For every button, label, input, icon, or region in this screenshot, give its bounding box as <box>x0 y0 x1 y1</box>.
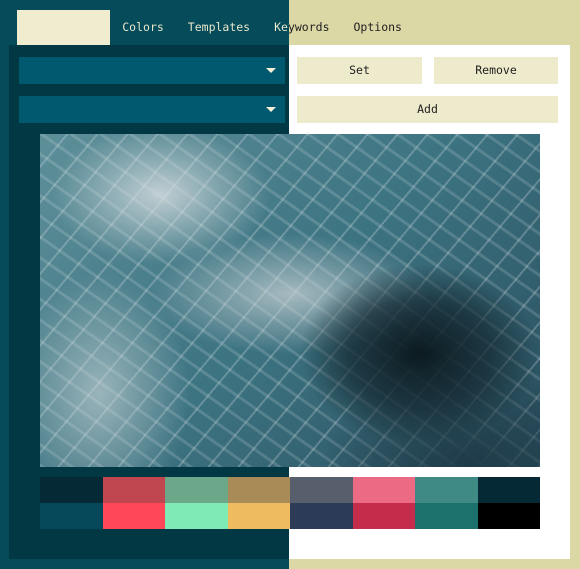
set-button[interactable]: Set <box>297 57 422 84</box>
tab-label: Wallpapers <box>29 20 99 34</box>
color-swatch[interactable] <box>290 477 353 503</box>
caret-down-icon <box>266 107 276 112</box>
color-swatch[interactable] <box>352 477 415 503</box>
color-swatch[interactable] <box>165 503 228 529</box>
wallpaper-source-select[interactable] <box>19 96 285 123</box>
tab-colors[interactable]: Colors <box>110 10 176 45</box>
color-swatch[interactable] <box>102 477 165 503</box>
color-swatch[interactable] <box>165 477 228 503</box>
color-swatch[interactable] <box>477 503 540 529</box>
tab-options[interactable]: Options <box>342 10 414 45</box>
color-swatch[interactable] <box>102 503 165 529</box>
color-swatch[interactable] <box>227 503 290 529</box>
color-swatch[interactable] <box>477 477 540 503</box>
color-swatch[interactable] <box>40 503 103 529</box>
remove-button[interactable]: Remove <box>434 57 558 84</box>
wallpaper-select[interactable] <box>19 57 285 84</box>
tab-templates[interactable]: Templates <box>176 10 262 45</box>
wallpaper-preview <box>40 134 540 467</box>
color-swatch[interactable] <box>415 503 478 529</box>
color-swatch[interactable] <box>290 503 353 529</box>
color-palette <box>40 477 540 529</box>
add-button[interactable]: Add <box>297 96 558 123</box>
color-swatch[interactable] <box>40 477 103 503</box>
color-swatch[interactable] <box>415 477 478 503</box>
color-swatch[interactable] <box>227 477 290 503</box>
tab-keywords[interactable]: Keywords <box>262 10 341 45</box>
tab-wallpapers[interactable]: Wallpapers <box>17 10 111 45</box>
caret-down-icon <box>266 68 276 73</box>
tab-bar: Wallpapers Colors Templates Keywords Opt… <box>17 10 414 45</box>
color-swatch[interactable] <box>352 503 415 529</box>
